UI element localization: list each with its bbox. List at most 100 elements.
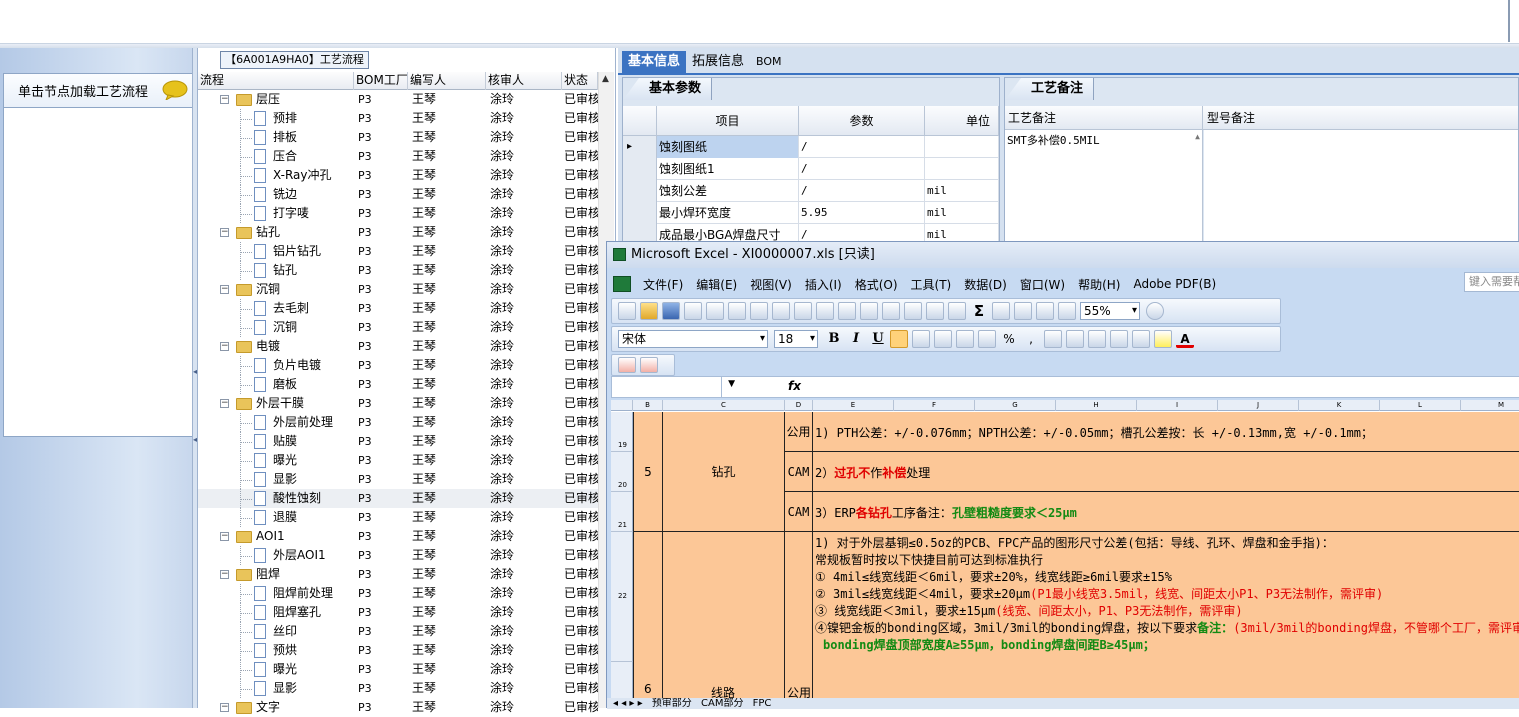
tree-node[interactable]: 负片电镀 — [198, 356, 354, 375]
font-color-icon[interactable]: A — [1176, 330, 1194, 348]
column-header[interactable]: L — [1380, 400, 1461, 411]
merge-center-icon[interactable] — [956, 330, 974, 348]
type-cell[interactable]: 公用 — [785, 532, 813, 709]
tree-node[interactable]: 丝印 — [198, 622, 354, 641]
memo-scroll-icon[interactable]: ▲ — [1195, 132, 1200, 141]
sort-descending-icon[interactable] — [1014, 302, 1032, 320]
convert-pdf-email-icon[interactable] — [640, 357, 658, 373]
sort-ascending-icon[interactable] — [992, 302, 1010, 320]
chart-wizard-icon[interactable] — [1036, 302, 1054, 320]
italic-button[interactable]: I — [846, 329, 866, 349]
collapse-icon[interactable]: − — [220, 399, 229, 408]
row-header[interactable]: 19 — [611, 412, 633, 452]
sheet-tab-fpc[interactable]: FPC — [753, 698, 772, 709]
process-memo-field[interactable]: SMT多补偿0.5MIL ▲ — [1005, 130, 1203, 248]
open-icon[interactable] — [640, 302, 658, 320]
menu-adobe-pdf[interactable]: Adobe PDF(B) — [1133, 277, 1216, 291]
save-icon[interactable] — [662, 302, 680, 320]
comma-icon[interactable]: , — [1022, 330, 1040, 348]
excel-titlebar[interactable]: Microsoft Excel - XI0000007.xls [只读] — [607, 242, 1519, 268]
tree-row[interactable]: 铣边 P3 王琴 涂玲 已审核 — [198, 185, 598, 204]
tree-node[interactable]: 显影 — [198, 470, 354, 489]
align-right-icon[interactable] — [934, 330, 952, 348]
tree-row[interactable]: − 电镀 P3 王琴 涂玲 已审核 — [198, 337, 598, 356]
tree-node[interactable]: 显影 — [198, 679, 354, 698]
convert-pdf-icon[interactable] — [618, 357, 636, 373]
menu-format[interactable]: 格式(O) — [855, 276, 898, 293]
column-header[interactable]: G — [975, 400, 1056, 411]
menu-file[interactable]: 文件(F) — [643, 276, 683, 293]
scroll-up-icon[interactable]: ▲ — [602, 74, 609, 84]
tree-node[interactable]: 磨板 — [198, 375, 354, 394]
col-unit[interactable]: 单位 — [925, 106, 999, 136]
column-header[interactable]: J — [1218, 400, 1299, 411]
formula-input[interactable] — [802, 377, 1519, 397]
tree-node[interactable]: − 钻孔 — [198, 223, 354, 242]
param-unit-cell[interactable]: mil — [925, 202, 999, 224]
format-painter-icon[interactable] — [882, 302, 900, 320]
param-item-cell[interactable]: 最小焊环宽度 — [657, 202, 799, 224]
col-param[interactable]: 参数 — [799, 106, 925, 136]
tree-node[interactable]: 阻焊前处理 — [198, 584, 354, 603]
collapse-icon[interactable]: − — [220, 570, 229, 579]
param-value-cell[interactable]: / — [799, 180, 925, 202]
sheet-tab-prereview[interactable]: 预审部分 — [652, 698, 692, 709]
requirement-cell[interactable]: 2）过孔不作补偿处理 — [813, 452, 1519, 492]
param-row[interactable]: 最小焊环宽度 5.95 mil — [623, 202, 999, 224]
param-row[interactable]: 蚀刻公差 / mil — [623, 180, 999, 202]
tree-node[interactable]: 预烘 — [198, 641, 354, 660]
splitter-arrow-icon[interactable]: ◂ — [193, 368, 197, 376]
tree-node[interactable]: 阻焊塞孔 — [198, 603, 354, 622]
tree-row[interactable]: 外层前处理 P3 王琴 涂玲 已审核 — [198, 413, 598, 432]
undo-icon[interactable] — [904, 302, 922, 320]
param-item-cell[interactable]: 蚀刻公差 — [657, 180, 799, 202]
tree-row[interactable]: 显影 P3 王琴 涂玲 已审核 — [198, 470, 598, 489]
paste-icon[interactable] — [860, 302, 878, 320]
row-indicator[interactable] — [623, 158, 657, 180]
align-left-icon[interactable] — [890, 330, 908, 348]
col-bom[interactable]: BOM工厂 — [354, 72, 408, 90]
tree-row[interactable]: − 沉铜 P3 王琴 涂玲 已审核 — [198, 280, 598, 299]
tree-node[interactable]: 钻孔 — [198, 261, 354, 280]
tree-node[interactable]: − 层压 — [198, 90, 354, 109]
tree-row[interactable]: 排板 P3 王琴 涂玲 已审核 — [198, 128, 598, 147]
copy-icon[interactable] — [838, 302, 856, 320]
worksheet[interactable]: BCDEFGHIJKLM 19 20 21 22 5 钻孔 公用 CAM CAM… — [611, 400, 1519, 709]
basic-params-title[interactable]: 基本参数 — [623, 78, 713, 100]
tree-row[interactable]: 磨板 P3 王琴 涂玲 已审核 — [198, 375, 598, 394]
col-reviewer[interactable]: 核审人 — [486, 72, 562, 90]
tab-bom[interactable]: BOM — [750, 51, 788, 73]
param-value-cell[interactable]: 5.95 — [799, 202, 925, 224]
zoom-select[interactable]: 55% — [1080, 302, 1140, 320]
column-header[interactable]: D — [785, 400, 813, 411]
param-item-cell[interactable]: 蚀刻图纸 — [657, 136, 799, 158]
tree-row[interactable]: − 钻孔 P3 王琴 涂玲 已审核 — [198, 223, 598, 242]
excel-doc-icon[interactable] — [613, 276, 631, 292]
load-panel-header[interactable]: 单击节点加载工艺流程 — [4, 74, 192, 108]
tree-node[interactable]: 压合 — [198, 147, 354, 166]
function-icon[interactable]: fx — [788, 379, 801, 393]
tree-row[interactable]: 压合 P3 王琴 涂玲 已审核 — [198, 147, 598, 166]
tree-node[interactable]: 沉铜 — [198, 318, 354, 337]
column-header[interactable]: M — [1461, 400, 1519, 411]
param-unit-cell[interactable] — [925, 158, 999, 180]
column-header[interactable]: F — [894, 400, 975, 411]
column-header[interactable]: C — [663, 400, 785, 411]
param-unit-cell[interactable]: mil — [925, 180, 999, 202]
menu-data[interactable]: 数据(D) — [964, 276, 1007, 293]
row-indicator[interactable] — [623, 180, 657, 202]
tree-node[interactable]: 酸性蚀刻 — [198, 489, 354, 508]
permission-icon[interactable] — [684, 302, 702, 320]
redo-icon[interactable] — [926, 302, 944, 320]
tree-node[interactable]: 预排 — [198, 109, 354, 128]
column-header[interactable]: B — [633, 400, 663, 411]
autosum-icon[interactable]: Σ — [970, 302, 988, 320]
drawing-icon[interactable] — [1058, 302, 1076, 320]
type-cell[interactable]: 公用 — [785, 412, 813, 452]
param-row[interactable]: ▸ 蚀刻图纸 / — [623, 136, 999, 158]
model-memo-field[interactable] — [1204, 130, 1518, 248]
row-header[interactable]: 20 — [611, 452, 633, 492]
tree-node[interactable]: − 电镀 — [198, 337, 354, 356]
new-icon[interactable] — [618, 302, 636, 320]
tree-node[interactable]: − AOI1 — [198, 527, 354, 546]
